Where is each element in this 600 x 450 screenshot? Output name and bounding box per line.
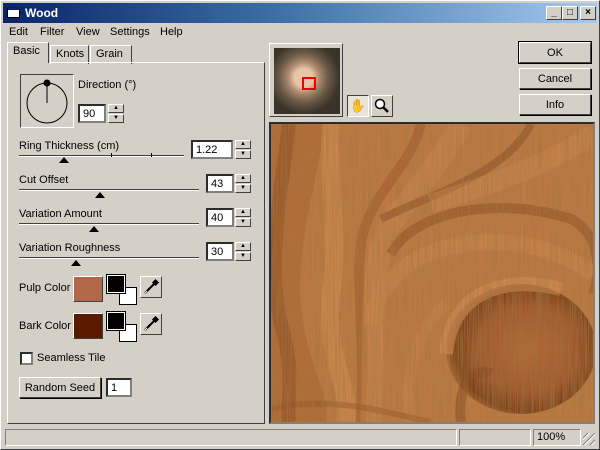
- menu-edit[interactable]: Edit: [9, 26, 28, 38]
- window-title: Wood: [25, 6, 59, 20]
- variation-amount-spinner[interactable]: ▲ ▼: [235, 208, 251, 227]
- cut-offset-down-icon[interactable]: ▼: [235, 184, 251, 193]
- cut-offset-spinner[interactable]: ▲ ▼: [235, 174, 251, 193]
- variation-roughness-spinner[interactable]: ▲ ▼: [235, 242, 251, 261]
- bark-fg-bg-picker[interactable]: [106, 311, 137, 342]
- seamless-tile-label: Seamless Tile: [37, 352, 106, 364]
- bark-eyedropper-button[interactable]: [140, 313, 162, 335]
- ring-thickness-up-icon[interactable]: ▲: [235, 140, 251, 149]
- bark-color-swatch[interactable]: [73, 313, 103, 339]
- ring-thickness-spinner[interactable]: ▲ ▼: [235, 140, 251, 159]
- navigator-photo: [274, 48, 340, 114]
- resize-grip[interactable]: [583, 433, 595, 445]
- ring-thickness-down-icon[interactable]: ▼: [235, 150, 251, 159]
- menu-view[interactable]: View: [76, 26, 100, 38]
- bark-color-label: Bark Color: [19, 320, 71, 332]
- ring-thickness-tick: [151, 153, 152, 157]
- navigator-selection-box[interactable]: [302, 77, 316, 90]
- magnifier-icon: [374, 98, 389, 113]
- direction-input[interactable]: 90: [78, 104, 106, 123]
- pulp-fg-bg-picker[interactable]: [106, 274, 137, 305]
- title-bar[interactable]: Wood _ □ ×: [3, 3, 597, 23]
- window-icon: [7, 7, 20, 18]
- cut-offset-up-icon[interactable]: ▲: [235, 174, 251, 183]
- ring-thickness-label: Ring Thickness (cm): [19, 140, 120, 152]
- hand-tool-button[interactable]: ✋: [347, 95, 369, 117]
- status-bar: 100%: [3, 428, 597, 447]
- variation-amount-label: Variation Amount: [19, 208, 102, 220]
- ring-thickness-input[interactable]: 1.22: [191, 140, 233, 159]
- cut-offset-label: Cut Offset: [19, 174, 69, 186]
- wood-texture-preview[interactable]: [269, 122, 595, 424]
- wood-dialog-window: Wood _ □ × Edit Filter View Settings Hel…: [0, 0, 600, 450]
- ring-thickness-slider-track[interactable]: [19, 155, 184, 157]
- eyedropper-icon: [144, 278, 160, 294]
- variation-amount-input[interactable]: 40: [206, 208, 234, 227]
- variation-amount-slider-track[interactable]: [19, 223, 199, 225]
- menu-bar: Edit Filter View Settings Help: [3, 24, 597, 42]
- ring-thickness-slider-thumb[interactable]: [59, 157, 69, 163]
- cut-offset-input[interactable]: 43: [206, 174, 234, 193]
- pulp-color-label: Pulp Color: [19, 282, 71, 294]
- direction-label: Direction (°): [78, 79, 137, 91]
- ok-button[interactable]: OK: [518, 41, 592, 64]
- direction-dial[interactable]: [20, 74, 74, 128]
- variation-roughness-down-icon[interactable]: ▼: [235, 252, 251, 261]
- ring-thickness-tick: [111, 153, 112, 157]
- menu-filter[interactable]: Filter: [40, 26, 64, 38]
- variation-roughness-up-icon[interactable]: ▲: [235, 242, 251, 251]
- variation-amount-down-icon[interactable]: ▼: [235, 218, 251, 227]
- menu-help[interactable]: Help: [160, 26, 183, 38]
- hand-icon: ✋: [349, 98, 367, 113]
- wood-texture-image: [271, 124, 593, 422]
- random-seed-button[interactable]: Random Seed: [19, 377, 101, 398]
- zoom-tool-button[interactable]: [371, 95, 393, 117]
- close-button[interactable]: ×: [580, 6, 596, 20]
- direction-down-icon[interactable]: ▼: [108, 114, 124, 123]
- random-seed-input[interactable]: 1: [106, 378, 132, 397]
- bark-foreground-color[interactable]: [106, 311, 126, 331]
- tab-basic[interactable]: Basic: [7, 42, 49, 63]
- seamless-tile-checkbox[interactable]: [20, 352, 33, 365]
- pulp-eyedropper-button[interactable]: [140, 276, 162, 298]
- minimize-button[interactable]: _: [546, 6, 562, 20]
- pulp-color-swatch[interactable]: [73, 276, 103, 302]
- pulp-foreground-color[interactable]: [106, 274, 126, 294]
- variation-roughness-input[interactable]: 30: [206, 242, 234, 261]
- maximize-button[interactable]: □: [562, 6, 578, 20]
- status-info-panel: [459, 429, 531, 446]
- dial-graphic: [26, 79, 68, 124]
- status-message-panel: [5, 429, 457, 446]
- cut-offset-slider-thumb[interactable]: [95, 192, 105, 198]
- cut-offset-slider-track[interactable]: [19, 189, 199, 191]
- direction-spinner[interactable]: ▲ ▼: [108, 104, 124, 123]
- variation-roughness-slider-track[interactable]: [19, 257, 199, 259]
- navigator-thumbnail[interactable]: [269, 43, 343, 117]
- variation-amount-slider-thumb[interactable]: [89, 226, 99, 232]
- zoom-level: 100%: [533, 429, 581, 446]
- cancel-button[interactable]: Cancel: [519, 68, 591, 89]
- info-button[interactable]: Info: [519, 94, 591, 115]
- variation-roughness-slider-thumb[interactable]: [71, 260, 81, 266]
- menu-settings[interactable]: Settings: [110, 26, 150, 38]
- direction-up-icon[interactable]: ▲: [108, 104, 124, 113]
- variation-roughness-label: Variation Roughness: [19, 242, 121, 254]
- eyedropper-icon: [144, 315, 160, 331]
- variation-amount-up-icon[interactable]: ▲: [235, 208, 251, 217]
